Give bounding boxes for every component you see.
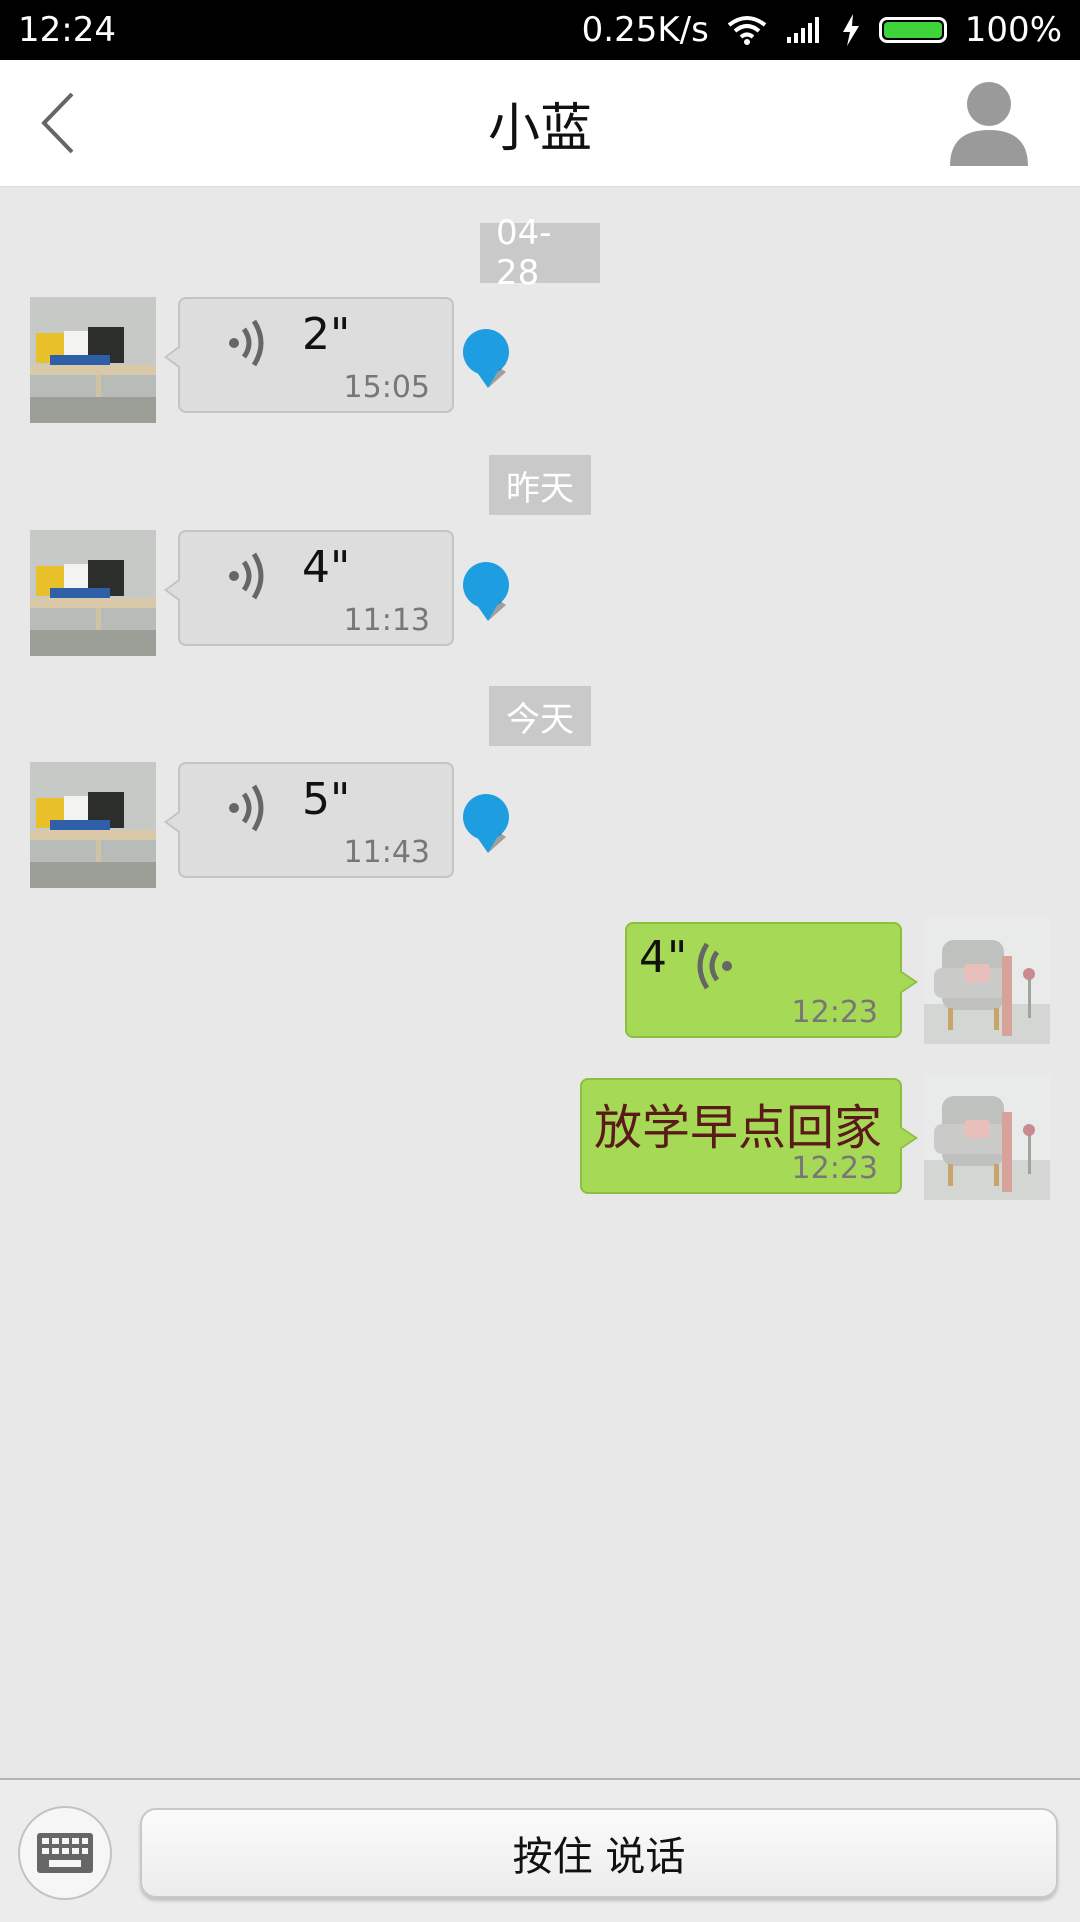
network-speed: 0.25K/s bbox=[581, 10, 709, 50]
status-right: 0.25K/s 100% bbox=[582, 10, 1062, 50]
page-title: 小蓝 bbox=[487, 98, 592, 159]
wifi-icon bbox=[727, 15, 767, 45]
keyboard-toggle-button[interactable] bbox=[18, 1806, 112, 1900]
status-time: 12:24 bbox=[18, 10, 116, 50]
battery-percent: 100% bbox=[964, 10, 1062, 50]
voice-wave-icon bbox=[697, 942, 732, 990]
voice-duration: 2" bbox=[302, 309, 351, 360]
voice-message-bubble[interactable]: 2" 15:05 bbox=[164, 297, 454, 413]
status-bar: 12:24 0.25K/s 100% bbox=[0, 0, 1080, 60]
input-bar: 按住 说话 bbox=[0, 1778, 1080, 1922]
voice-duration: 4" bbox=[302, 542, 351, 593]
unread-dot-icon bbox=[463, 794, 509, 853]
text-message-bubble-outgoing[interactable]: 放学早点回家 12:23 bbox=[580, 1078, 918, 1194]
battery-body bbox=[878, 17, 947, 43]
message-time: 11:43 bbox=[343, 835, 430, 870]
contact-avatar[interactable] bbox=[30, 762, 156, 888]
date-divider: 昨天 bbox=[489, 455, 591, 515]
person-icon bbox=[950, 82, 1028, 166]
voice-message-bubble[interactable]: 4" 11:13 bbox=[164, 530, 454, 646]
my-avatar[interactable] bbox=[924, 1074, 1050, 1200]
voice-duration: 4" bbox=[639, 932, 688, 983]
voice-message-bubble[interactable]: 5" 11:43 bbox=[164, 762, 454, 878]
my-avatar[interactable] bbox=[924, 918, 1050, 1044]
unread-dot-icon bbox=[463, 562, 509, 621]
profile-button[interactable] bbox=[946, 78, 1032, 168]
message-text: 放学早点回家 bbox=[594, 1100, 883, 1156]
charging-icon bbox=[841, 14, 861, 46]
message-time: 12:23 bbox=[791, 995, 878, 1030]
voice-wave-icon bbox=[229, 319, 264, 367]
contact-avatar[interactable] bbox=[30, 530, 156, 656]
battery-icon bbox=[878, 17, 947, 43]
date-divider: 04-28 bbox=[480, 213, 600, 293]
message-time: 15:05 bbox=[343, 370, 430, 405]
voice-message-bubble-outgoing[interactable]: 4" 12:23 bbox=[625, 922, 918, 1038]
chat-header: 小蓝 bbox=[0, 60, 1080, 187]
voice-duration: 5" bbox=[302, 774, 351, 825]
date-divider: 今天 bbox=[489, 686, 591, 746]
voice-wave-icon bbox=[229, 784, 264, 832]
battery-fill bbox=[883, 22, 942, 38]
keyboard-icon bbox=[37, 1833, 93, 1873]
hold-to-talk-button[interactable]: 按住 说话 bbox=[140, 1808, 1058, 1898]
signal-icon bbox=[785, 15, 823, 45]
unread-dot-icon bbox=[463, 329, 509, 388]
voice-wave-icon bbox=[229, 552, 264, 600]
message-time: 11:13 bbox=[343, 603, 430, 638]
message-time: 12:23 bbox=[791, 1151, 878, 1186]
contact-avatar[interactable] bbox=[30, 297, 156, 423]
